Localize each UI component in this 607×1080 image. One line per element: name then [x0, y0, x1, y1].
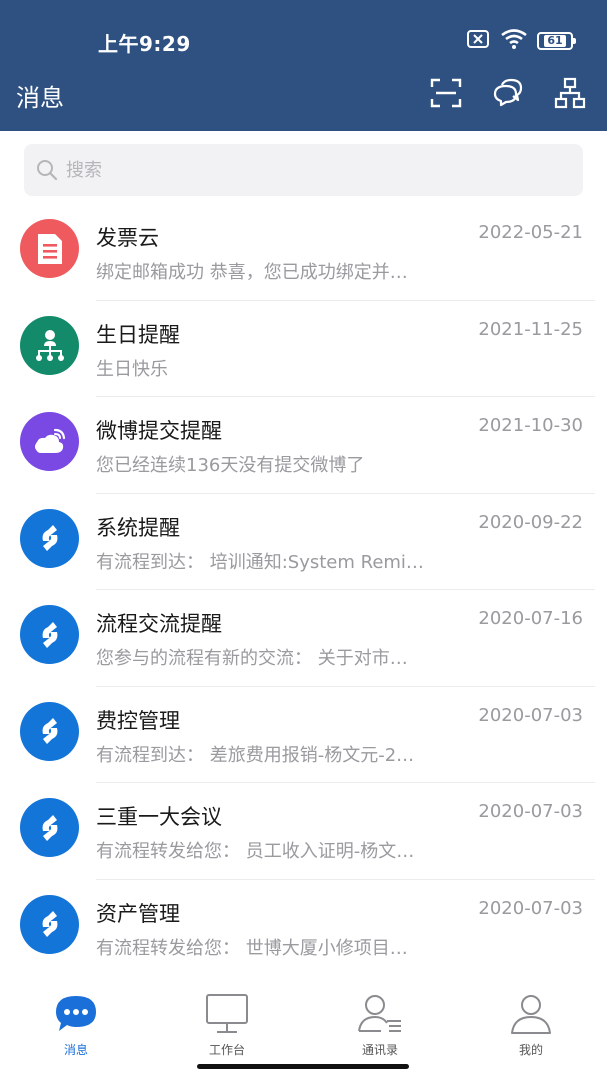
workflow-icon — [42, 525, 57, 551]
invoice-avatar — [20, 219, 79, 278]
weibo-avatar — [20, 412, 79, 471]
message-title: 系统提醒 — [96, 515, 180, 540]
chat-icon — [493, 78, 523, 107]
search-input[interactable] — [66, 159, 546, 181]
workflow-avatar — [20, 508, 79, 568]
sim-off-icon — [467, 29, 491, 53]
message-preview: 有流程到达： 培训通知:System Remi… — [96, 551, 424, 573]
invoice-icon — [37, 233, 62, 264]
message-item-birthday[interactable]: 生日提醒 2021-11-25 生日快乐 — [0, 301, 607, 397]
message-preview: 您参与的流程有新的交流： 关于对市… — [96, 648, 408, 669]
message-title: 费控管理 — [96, 708, 180, 733]
tab-label: 工作台 — [208, 1043, 245, 1057]
message-list: 发票云 2022-05-21 绑定邮箱成功 恭喜，您已成功绑定并… 生日提醒 2… — [0, 204, 607, 976]
battery-icon: 61 — [537, 32, 576, 50]
weibo-icon — [34, 428, 65, 453]
message-item-major-decision-meeting[interactable]: 三重一大会议 2020-07-03 有流程转发给您： 员工收入证明-杨文… — [0, 783, 607, 880]
message-date: 2020-09-22 — [478, 511, 583, 533]
message-title: 资产管理 — [96, 901, 180, 926]
org-structure-button[interactable] — [553, 76, 587, 110]
tab-label: 通讯录 — [361, 1043, 398, 1057]
tab-profile[interactable]: 我的 — [476, 991, 586, 1058]
home-indicator — [197, 1064, 409, 1069]
page-title: 消息 — [16, 84, 64, 112]
message-item-asset-management[interactable]: 资产管理 2020-07-03 有流程转发给您： 世博大厦小修项目… — [0, 880, 607, 977]
message-item-system[interactable]: 系统提醒 2020-09-22 有流程到达： 培训通知:System Remi… — [0, 494, 607, 590]
search-bar[interactable] — [24, 144, 583, 196]
message-title: 流程交流提醒 — [96, 612, 222, 636]
scan-icon — [430, 78, 462, 108]
workflow-avatar — [20, 701, 79, 761]
message-preview: 有流程转发给您： 员工收入证明-杨文… — [96, 841, 415, 862]
header-actions — [429, 76, 587, 110]
message-preview: 绑定邮箱成功 恭喜，您已成功绑定并… — [96, 262, 408, 283]
chat-button[interactable] — [491, 76, 525, 110]
org-person-icon — [35, 330, 64, 361]
message-preview: 有流程到达： 差旅费用报销-杨文元-2… — [96, 744, 415, 766]
tab-label: 消息 — [63, 1043, 88, 1057]
tab-workbench[interactable]: 工作台 — [172, 991, 282, 1058]
workflow-icon — [42, 814, 57, 841]
workflow-icon — [42, 911, 57, 937]
monitor-icon — [203, 991, 251, 1037]
top-bar: 上午9:29 61 消息 — [0, 0, 607, 131]
message-item-expense-control[interactable]: 费控管理 2020-07-03 有流程到达： 差旅费用报销-杨文元-2… — [0, 687, 607, 783]
tab-contacts[interactable]: 通讯录 — [325, 991, 435, 1058]
message-date: 2021-11-25 — [478, 318, 583, 340]
message-title: 生日提醒 — [96, 322, 180, 347]
contacts-icon — [356, 991, 404, 1037]
message-item-invoice-cloud[interactable]: 发票云 2022-05-21 绑定邮箱成功 恭喜，您已成功绑定并… — [0, 204, 607, 301]
wifi-icon — [501, 29, 527, 53]
message-item-process-exchange[interactable]: 流程交流提醒 2020-07-16 您参与的流程有新的交流： 关于对市… — [0, 590, 607, 687]
message-title: 微博提交提醒 — [96, 419, 222, 443]
message-title: 发票云 — [96, 226, 159, 250]
status-icons: 61 — [467, 28, 576, 54]
message-date: 2020-07-03 — [478, 897, 583, 919]
workflow-icon — [42, 718, 57, 744]
scan-button[interactable] — [429, 76, 463, 110]
battery-level: 61 — [544, 35, 566, 47]
message-date: 2021-10-30 — [478, 415, 583, 436]
profile-icon — [507, 991, 555, 1037]
status-time: 上午9:29 — [98, 32, 191, 56]
message-preview: 有流程转发给您： 世博大厦小修项目… — [96, 937, 408, 959]
message-preview: 您已经连续136天没有提交微博了 — [96, 455, 365, 476]
message-title: 三重一大会议 — [96, 805, 222, 829]
message-date: 2020-07-03 — [478, 801, 583, 822]
chat-bubble-icon — [52, 991, 100, 1037]
tab-label: 我的 — [518, 1043, 543, 1057]
message-preview: 生日快乐 — [96, 358, 168, 380]
workflow-avatar — [20, 894, 79, 954]
workflow-icon — [42, 621, 57, 648]
message-date: 2020-07-16 — [478, 608, 583, 629]
workflow-avatar — [20, 798, 79, 857]
workflow-avatar — [20, 605, 79, 664]
message-date: 2022-05-21 — [478, 222, 583, 243]
message-item-weibo[interactable]: 微博提交提醒 2021-10-30 您已经连续136天没有提交微博了 — [0, 397, 607, 494]
search-icon — [37, 160, 58, 181]
tab-messages[interactable]: 消息 — [21, 991, 131, 1058]
org-chart-icon — [554, 77, 586, 109]
birthday-avatar — [20, 315, 79, 375]
message-date: 2020-07-03 — [478, 704, 583, 726]
